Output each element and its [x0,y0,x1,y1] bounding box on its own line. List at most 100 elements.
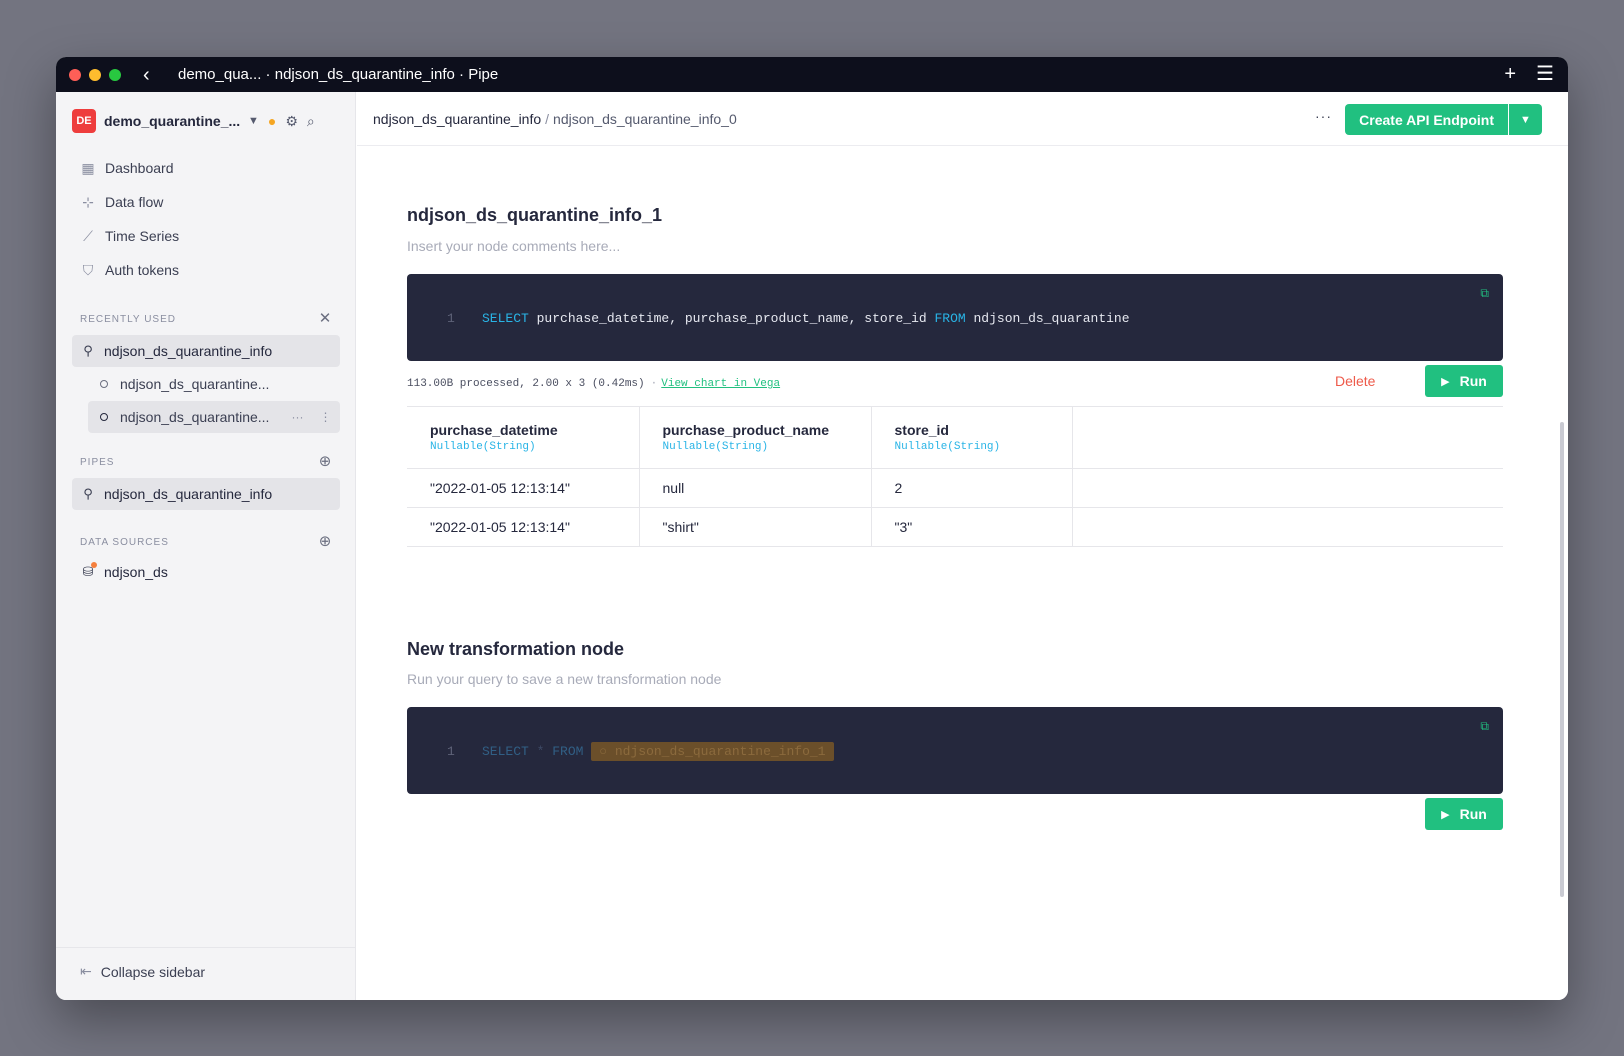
nav-label: Data flow [105,194,164,210]
table-cell: "2022-01-05 12:13:14" [407,468,640,508]
data-source-item[interactable]: ⛁ ndjson_ds [72,556,340,588]
column-header: purchase_product_name Nullable(String) [639,406,872,469]
copy-icon[interactable]: ⧉ [1480,287,1489,301]
line-number: 1 [447,744,455,759]
node-comment-input[interactable]: Insert your node comments here... [407,238,620,254]
table-row: "2022-01-05 12:13:14" null 2 [407,468,1503,508]
close-window-button[interactable] [69,68,81,81]
pipe-icon: ⚲ [83,486,93,501]
dashboard-icon: ▦ [81,159,95,176]
sql-star: * [528,744,553,759]
column-type: Nullable(String) [662,441,769,453]
play-icon: ▶ [1441,375,1450,388]
run-button[interactable]: ▶ Run [1425,798,1503,830]
title-bar: ‹ demo_qua... · ndjson_ds_quarantine_inf… [56,57,1568,92]
node-reference-label: ndjson_ds_quarantine_info_1 [614,744,826,759]
line-number: 1 [447,311,455,326]
workspace-badge: DE [72,109,96,133]
table-cell: null [639,468,872,508]
minimize-window-button[interactable] [89,68,101,81]
sql-keyword: SELECT [482,744,529,759]
table-row: "2022-01-05 12:13:14" "shirt" "3" [407,507,1503,547]
column-header: purchase_datetime Nullable(String) [407,406,640,469]
recent-pipe-item[interactable]: ⚲ ndjson_ds_quarantine_info [72,335,340,367]
node-reference-chip[interactable]: ○ ndjson_ds_quarantine_info_1 [591,742,834,761]
new-node-sql-editor[interactable]: 1 SELECT * FROM ○ ndjson_ds_quarantine_i… [407,707,1503,794]
workspace-name[interactable]: demo_quarantine_... [104,113,240,129]
collapse-sidebar-button[interactable]: ⇤ Collapse sidebar [80,963,205,980]
table-cell: "2022-01-05 12:13:14" [407,507,640,547]
sql-keyword: SELECT [482,311,529,326]
main-nav: ▦ Dashboard ⊹ Data flow ⟋ Time Series ⛉ … [80,151,179,287]
table-cell: "3" [871,507,1073,547]
collapse-label: Collapse sidebar [100,963,206,980]
pipe-icon: ⚲ [83,343,93,358]
nav-label: Auth tokens [105,262,179,278]
stats-separator: · [650,378,658,390]
results-table: purchase_datetime Nullable(String) purcha… [407,406,1503,547]
menu-icon[interactable]: ☰ [1536,64,1554,84]
sql-editor[interactable]: 1 SELECT purchase_datetime, purchase_pro… [407,274,1503,361]
new-node-title: New transformation node [407,639,625,659]
node-icon [100,413,108,421]
copy-icon[interactable]: ⧉ [1480,720,1489,734]
sql-code[interactable]: SELECT purchase_datetime, purchase_produ… [482,311,1130,326]
close-icon[interactable]: ✕ [317,311,333,327]
more-icon[interactable]: ··· [291,410,303,424]
node-title[interactable]: ndjson_ds_quarantine_info_1 [407,205,662,226]
table-cell: "shirt" [639,507,872,547]
window-title: demo_qua... · ndjson_ds_quarantine_info … [178,66,499,83]
chevron-down-icon[interactable]: ▼ [248,115,259,127]
table-header-row: purchase_datetime Nullable(String) purcha… [407,406,1503,469]
nav-time-series[interactable]: ⟋ Time Series [80,219,179,253]
user-avatar-icon[interactable]: ● [268,113,276,129]
database-icon: ⛁ [80,562,97,580]
empty-column [1072,406,1503,469]
stats-text: 113.00B processed, 2.00 x 3 (0.42ms) [407,378,645,390]
gear-icon[interactable]: ⚙ [285,113,298,130]
chevron-down-icon: ▼ [1520,113,1531,126]
back-icon[interactable]: ‹ [143,65,159,85]
pipe-item[interactable]: ⚲ ndjson_ds_quarantine_info [72,478,340,510]
collapse-icon: ⇤ [80,963,92,979]
nav-auth-tokens[interactable]: ⛉ Auth tokens [80,253,179,287]
main-panel: ndjson_ds_quarantine_info / ndjson_ds_quar… [357,92,1568,1000]
workspace-actions: ▼ ● ⚙ ⌕ [248,113,315,130]
nav-data-flow[interactable]: ⊹ Data flow [80,185,179,219]
breadcrumb: ndjson_ds_quarantine_info / ndjson_ds_quar… [373,111,737,127]
workspace-selector[interactable]: DE demo_quarantine_... ▼ ● ⚙ ⌕ [72,107,342,135]
recent-node-item[interactable]: ndjson_ds_quarantine... [88,368,340,400]
scrollbar[interactable] [1560,422,1564,897]
recent-pipe-label: ndjson_ds_quarantine_info [104,343,273,359]
sql-columns: purchase_datetime, purchase_product_name… [528,311,935,326]
recent-node-label: ndjson_ds_quarantine... [120,376,270,392]
search-icon[interactable]: ⌕ [307,113,315,130]
breadcrumb-pipe[interactable]: ndjson_ds_quarantine_info [373,111,541,127]
column-header: store_id Nullable(String) [871,406,1073,469]
endpoint-dropdown-button[interactable]: ▼ [1509,104,1542,135]
more-options-button[interactable]: ··· [1315,108,1332,124]
query-stats: 113.00B processed, 2.00 x 3 (0.42ms) · Vie… [407,378,780,390]
maximize-window-button[interactable] [109,68,121,81]
add-pipe-icon[interactable]: ⊕ [317,454,333,470]
node-icon [100,380,108,388]
new-tab-icon[interactable]: + [1504,64,1516,84]
shield-icon: ⛉ [82,261,94,278]
column-type: Nullable(String) [894,441,1001,453]
sql-code[interactable]: SELECT * FROM ○ ndjson_ds_quarantine_inf… [482,742,834,761]
add-data-source-icon[interactable]: ⊕ [317,534,333,550]
table-cell: 2 [871,468,1073,508]
recent-node-item[interactable]: ndjson_ds_quarantine... ··· ⋮ [88,401,340,433]
run-button[interactable]: ▶ Run [1425,365,1503,397]
column-type: Nullable(String) [430,441,536,453]
delete-node-button[interactable]: Delete [1335,373,1375,389]
drag-handle-icon[interactable]: ⋮ [319,410,331,424]
view-chart-link[interactable]: View chart in Vega [661,378,780,390]
sql-keyword: FROM [934,311,966,326]
pipes-label: PIPES [80,457,115,468]
app-window: ‹ demo_qua... · ndjson_ds_quarantine_inf… [56,57,1568,1000]
nav-dashboard[interactable]: ▦ Dashboard [80,151,179,185]
recent-node-label: ndjson_ds_quarantine... [120,409,270,425]
breadcrumb-node[interactable]: ndjson_ds_quarantine_info_0 [553,111,737,127]
create-api-endpoint-button[interactable]: Create API Endpoint [1345,104,1508,135]
